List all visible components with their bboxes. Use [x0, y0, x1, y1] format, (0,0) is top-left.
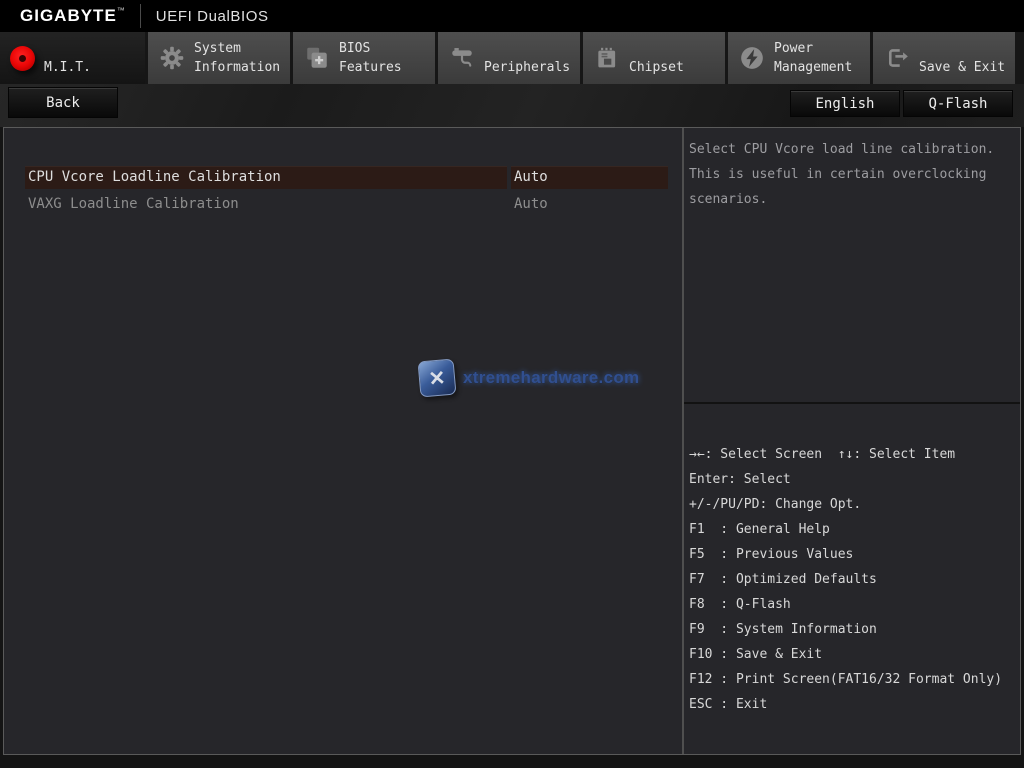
tab-label: Chipset [629, 60, 684, 75]
key-legend-line: ESC : Exit [689, 697, 768, 712]
tab-label: BIOS Features [339, 41, 402, 75]
titlebar-divider [139, 4, 141, 28]
key-legend-line: F7 : Optimized Defaults [689, 572, 877, 587]
watermark-text: xtremehardware.com [463, 368, 640, 387]
tab-label: Save & Exit [919, 60, 1006, 75]
tab-bar: M.I.T. System Information BIOS Features … [0, 32, 1024, 84]
titlebar: GIGABYTE™ UEFI DualBIOS [0, 0, 1024, 32]
tab-mit[interactable]: M.I.T. [0, 32, 145, 84]
key-legend-line: F10 : Save & Exit [689, 647, 823, 662]
setting-label: VAXG Loadline Calibration [28, 196, 239, 212]
help-text-line: Select CPU Vcore load line calibration. [689, 142, 995, 157]
chipset-icon [594, 45, 620, 71]
toolbar: Back English Q-Flash [0, 84, 1024, 127]
main-content: CPU Vcore Loadline Calibration Auto VAXG… [3, 127, 1021, 755]
peripheral-cable-icon [449, 45, 475, 71]
key-legend-line: F9 : System Information [689, 622, 877, 637]
product-title: UEFI DualBIOS [155, 7, 269, 25]
trademark-symbol: ™ [116, 6, 126, 15]
tab-power-management[interactable]: Power Management [728, 32, 870, 84]
xtremehardware-logo-icon: ✕ [417, 358, 457, 398]
exit-door-arrow-icon [884, 45, 910, 71]
key-legend-line: F5 : Previous Values [689, 547, 854, 562]
mit-red-disc-icon [10, 45, 35, 71]
help-panel: Select CPU Vcore load line calibration. … [682, 128, 1020, 754]
settings-panel: CPU Vcore Loadline Calibration Auto VAXG… [4, 128, 682, 754]
key-legend-box: →←: Select Screen ↑↓: Select Item Enter:… [684, 404, 1020, 717]
item-help-box: Select CPU Vcore load line calibration. … [684, 128, 1020, 404]
key-legend-line: F1 : General Help [689, 522, 830, 537]
tab-label: Power Management [774, 41, 853, 75]
key-legend-line: F8 : Q-Flash [689, 597, 791, 612]
setting-label: CPU Vcore Loadline Calibration [25, 166, 507, 189]
qflash-button[interactable]: Q-Flash [903, 90, 1013, 117]
key-legend-line: Enter: Select [689, 472, 791, 487]
tab-save-exit[interactable]: Save & Exit [873, 32, 1015, 84]
tab-chipset[interactable]: Chipset [583, 32, 725, 84]
help-text-line: This is useful in certain overclocking [689, 167, 987, 182]
key-legend-line: →←: Select Screen ↑↓: Select Item [689, 447, 956, 462]
key-legend-line: F12 : Print Screen(FAT16/32 Format Only) [689, 672, 1003, 687]
tab-label: System Information [194, 41, 281, 75]
setting-row-vaxg-loadline[interactable]: VAXG Loadline Calibration Auto [25, 193, 668, 216]
setting-value[interactable]: Auto [511, 166, 668, 189]
tab-label: M.I.T. [44, 60, 91, 75]
setting-row-cpu-vcore-loadline[interactable]: CPU Vcore Loadline Calibration Auto [25, 166, 668, 189]
language-button[interactable]: English [790, 90, 900, 117]
back-button[interactable]: Back [8, 87, 118, 118]
gigabyte-logo: GIGABYTE™ [20, 6, 126, 25]
setting-value: Auto [514, 196, 548, 212]
gear-icon [159, 45, 185, 71]
bios-screen: GIGABYTE™ UEFI DualBIOS M.I.T. System In… [0, 0, 1024, 768]
tab-peripherals[interactable]: Peripherals [438, 32, 580, 84]
bios-chip-plus-icon [304, 45, 330, 71]
tab-label: Peripherals [484, 60, 571, 75]
tab-bios-features[interactable]: BIOS Features [293, 32, 435, 84]
power-lightning-icon [739, 45, 765, 71]
tab-system-information[interactable]: System Information [148, 32, 290, 84]
watermark: ✕ xtremehardware.com [417, 358, 640, 398]
key-legend-line: +/-/PU/PD: Change Opt. [689, 497, 862, 512]
settings-list: CPU Vcore Loadline Calibration Auto VAXG… [25, 166, 668, 220]
help-text-line: scenarios. [689, 192, 768, 207]
